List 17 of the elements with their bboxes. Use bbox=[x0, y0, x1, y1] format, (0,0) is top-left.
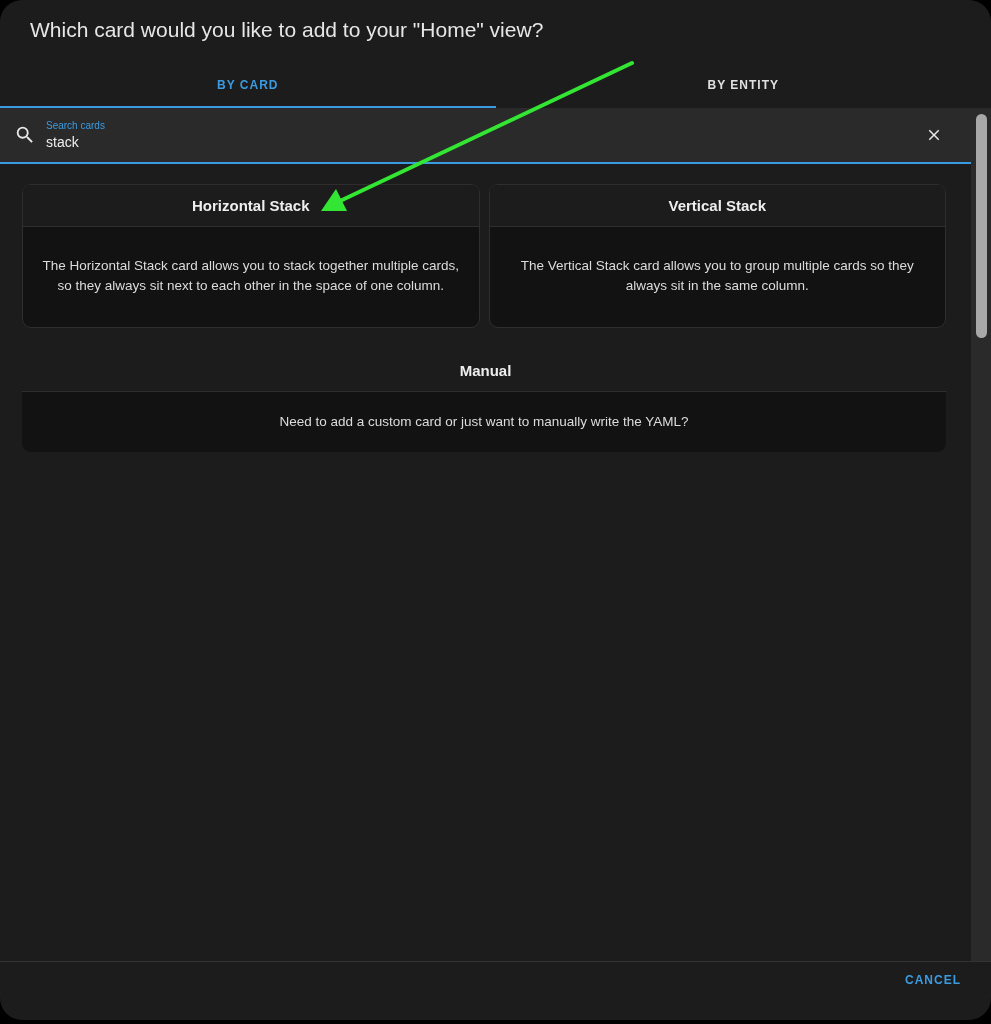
card-description: The Vertical Stack card allows you to group multiple cards so they always sit in the same column. bbox=[519, 257, 915, 295]
card[interactable]: Vertical Stack The Vertical Stack card allows you to group multiple cards so they always sit in the same column. bbox=[488, 184, 946, 328]
cancel-button[interactable]: CANCEL bbox=[901, 973, 965, 987]
card-title: Vertical Stack bbox=[489, 185, 945, 227]
card-title: Horizontal Stack bbox=[23, 185, 479, 227]
search-field[interactable]: Search cards stack bbox=[0, 108, 971, 164]
search-label: Search cards bbox=[46, 120, 106, 131]
card-description: The Horizontal Stack card allows you to stack together multiple cards, so they always sit next to each other in the space of one column. bbox=[41, 257, 460, 295]
card[interactable]: Horizontal Stack The Horizontal Stack card allows you to stack together multiple cards, so they always sit next to each other in the space of one column. bbox=[22, 184, 480, 328]
dialog-title: Which card would you like to add to your "Home" view? bbox=[29, 17, 545, 43]
manual-card[interactable]: Need to add a custom card or just want to manually write the YAML? bbox=[22, 391, 946, 452]
manual-description: Need to add a custom card or just want to manually write the YAML? bbox=[279, 414, 689, 429]
manual-title: Manual bbox=[458, 362, 513, 381]
scrollbar-thumb[interactable] bbox=[976, 114, 987, 338]
tab[interactable]: BY ENTITY bbox=[495, 62, 991, 108]
search-value: stack bbox=[46, 134, 80, 150]
search-icon bbox=[14, 124, 36, 146]
